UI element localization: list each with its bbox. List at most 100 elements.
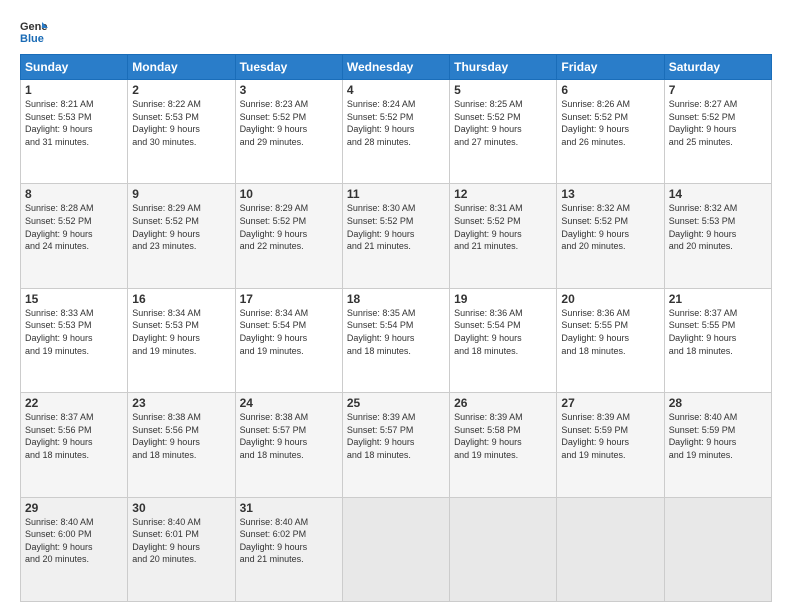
day-number: 26 bbox=[454, 396, 552, 410]
day-info: Sunrise: 8:37 AM Sunset: 5:56 PM Dayligh… bbox=[25, 411, 123, 461]
day-number: 13 bbox=[561, 187, 659, 201]
logo: General Blue bbox=[20, 18, 54, 46]
day-cell: 26Sunrise: 8:39 AM Sunset: 5:58 PM Dayli… bbox=[450, 393, 557, 497]
day-number: 21 bbox=[669, 292, 767, 306]
day-cell: 12Sunrise: 8:31 AM Sunset: 5:52 PM Dayli… bbox=[450, 184, 557, 288]
header: General Blue bbox=[20, 18, 772, 46]
day-cell bbox=[450, 497, 557, 601]
day-cell: 25Sunrise: 8:39 AM Sunset: 5:57 PM Dayli… bbox=[342, 393, 449, 497]
day-number: 29 bbox=[25, 501, 123, 515]
day-cell: 13Sunrise: 8:32 AM Sunset: 5:52 PM Dayli… bbox=[557, 184, 664, 288]
week-row-3: 15Sunrise: 8:33 AM Sunset: 5:53 PM Dayli… bbox=[21, 288, 772, 392]
day-cell bbox=[664, 497, 771, 601]
day-info: Sunrise: 8:35 AM Sunset: 5:54 PM Dayligh… bbox=[347, 307, 445, 357]
calendar-table: SundayMondayTuesdayWednesdayThursdayFrid… bbox=[20, 54, 772, 602]
day-number: 2 bbox=[132, 83, 230, 97]
day-cell: 11Sunrise: 8:30 AM Sunset: 5:52 PM Dayli… bbox=[342, 184, 449, 288]
day-info: Sunrise: 8:36 AM Sunset: 5:54 PM Dayligh… bbox=[454, 307, 552, 357]
day-info: Sunrise: 8:39 AM Sunset: 5:58 PM Dayligh… bbox=[454, 411, 552, 461]
day-number: 11 bbox=[347, 187, 445, 201]
col-header-friday: Friday bbox=[557, 55, 664, 80]
day-cell: 2Sunrise: 8:22 AM Sunset: 5:53 PM Daylig… bbox=[128, 80, 235, 184]
day-cell: 18Sunrise: 8:35 AM Sunset: 5:54 PM Dayli… bbox=[342, 288, 449, 392]
day-cell: 15Sunrise: 8:33 AM Sunset: 5:53 PM Dayli… bbox=[21, 288, 128, 392]
day-info: Sunrise: 8:34 AM Sunset: 5:54 PM Dayligh… bbox=[240, 307, 338, 357]
day-info: Sunrise: 8:29 AM Sunset: 5:52 PM Dayligh… bbox=[240, 202, 338, 252]
day-cell: 5Sunrise: 8:25 AM Sunset: 5:52 PM Daylig… bbox=[450, 80, 557, 184]
day-info: Sunrise: 8:26 AM Sunset: 5:52 PM Dayligh… bbox=[561, 98, 659, 148]
day-info: Sunrise: 8:39 AM Sunset: 5:59 PM Dayligh… bbox=[561, 411, 659, 461]
day-number: 25 bbox=[347, 396, 445, 410]
day-number: 15 bbox=[25, 292, 123, 306]
day-number: 5 bbox=[454, 83, 552, 97]
day-cell: 1Sunrise: 8:21 AM Sunset: 5:53 PM Daylig… bbox=[21, 80, 128, 184]
day-info: Sunrise: 8:36 AM Sunset: 5:55 PM Dayligh… bbox=[561, 307, 659, 357]
day-cell: 20Sunrise: 8:36 AM Sunset: 5:55 PM Dayli… bbox=[557, 288, 664, 392]
day-number: 14 bbox=[669, 187, 767, 201]
day-info: Sunrise: 8:38 AM Sunset: 5:56 PM Dayligh… bbox=[132, 411, 230, 461]
day-number: 1 bbox=[25, 83, 123, 97]
col-header-saturday: Saturday bbox=[664, 55, 771, 80]
day-info: Sunrise: 8:27 AM Sunset: 5:52 PM Dayligh… bbox=[669, 98, 767, 148]
day-info: Sunrise: 8:40 AM Sunset: 6:00 PM Dayligh… bbox=[25, 516, 123, 566]
day-number: 9 bbox=[132, 187, 230, 201]
day-number: 19 bbox=[454, 292, 552, 306]
day-info: Sunrise: 8:22 AM Sunset: 5:53 PM Dayligh… bbox=[132, 98, 230, 148]
day-number: 12 bbox=[454, 187, 552, 201]
day-number: 22 bbox=[25, 396, 123, 410]
day-cell: 28Sunrise: 8:40 AM Sunset: 5:59 PM Dayli… bbox=[664, 393, 771, 497]
day-cell: 27Sunrise: 8:39 AM Sunset: 5:59 PM Dayli… bbox=[557, 393, 664, 497]
day-number: 8 bbox=[25, 187, 123, 201]
day-cell: 8Sunrise: 8:28 AM Sunset: 5:52 PM Daylig… bbox=[21, 184, 128, 288]
day-cell: 22Sunrise: 8:37 AM Sunset: 5:56 PM Dayli… bbox=[21, 393, 128, 497]
col-header-tuesday: Tuesday bbox=[235, 55, 342, 80]
day-cell: 9Sunrise: 8:29 AM Sunset: 5:52 PM Daylig… bbox=[128, 184, 235, 288]
day-number: 23 bbox=[132, 396, 230, 410]
header-row: SundayMondayTuesdayWednesdayThursdayFrid… bbox=[21, 55, 772, 80]
day-number: 17 bbox=[240, 292, 338, 306]
day-info: Sunrise: 8:40 AM Sunset: 6:02 PM Dayligh… bbox=[240, 516, 338, 566]
day-cell: 23Sunrise: 8:38 AM Sunset: 5:56 PM Dayli… bbox=[128, 393, 235, 497]
day-cell: 3Sunrise: 8:23 AM Sunset: 5:52 PM Daylig… bbox=[235, 80, 342, 184]
day-cell: 21Sunrise: 8:37 AM Sunset: 5:55 PM Dayli… bbox=[664, 288, 771, 392]
day-cell: 17Sunrise: 8:34 AM Sunset: 5:54 PM Dayli… bbox=[235, 288, 342, 392]
day-info: Sunrise: 8:21 AM Sunset: 5:53 PM Dayligh… bbox=[25, 98, 123, 148]
day-cell: 14Sunrise: 8:32 AM Sunset: 5:53 PM Dayli… bbox=[664, 184, 771, 288]
day-cell: 30Sunrise: 8:40 AM Sunset: 6:01 PM Dayli… bbox=[128, 497, 235, 601]
day-cell: 16Sunrise: 8:34 AM Sunset: 5:53 PM Dayli… bbox=[128, 288, 235, 392]
day-number: 30 bbox=[132, 501, 230, 515]
day-cell: 19Sunrise: 8:36 AM Sunset: 5:54 PM Dayli… bbox=[450, 288, 557, 392]
day-cell: 29Sunrise: 8:40 AM Sunset: 6:00 PM Dayli… bbox=[21, 497, 128, 601]
day-cell bbox=[342, 497, 449, 601]
day-number: 16 bbox=[132, 292, 230, 306]
day-number: 3 bbox=[240, 83, 338, 97]
day-number: 27 bbox=[561, 396, 659, 410]
day-number: 31 bbox=[240, 501, 338, 515]
day-cell bbox=[557, 497, 664, 601]
day-info: Sunrise: 8:32 AM Sunset: 5:52 PM Dayligh… bbox=[561, 202, 659, 252]
col-header-monday: Monday bbox=[128, 55, 235, 80]
day-number: 6 bbox=[561, 83, 659, 97]
day-info: Sunrise: 8:38 AM Sunset: 5:57 PM Dayligh… bbox=[240, 411, 338, 461]
day-info: Sunrise: 8:30 AM Sunset: 5:52 PM Dayligh… bbox=[347, 202, 445, 252]
day-number: 20 bbox=[561, 292, 659, 306]
day-info: Sunrise: 8:34 AM Sunset: 5:53 PM Dayligh… bbox=[132, 307, 230, 357]
week-row-4: 22Sunrise: 8:37 AM Sunset: 5:56 PM Dayli… bbox=[21, 393, 772, 497]
logo-icon: General Blue bbox=[20, 18, 48, 46]
day-number: 28 bbox=[669, 396, 767, 410]
week-row-1: 1Sunrise: 8:21 AM Sunset: 5:53 PM Daylig… bbox=[21, 80, 772, 184]
day-cell: 7Sunrise: 8:27 AM Sunset: 5:52 PM Daylig… bbox=[664, 80, 771, 184]
day-info: Sunrise: 8:24 AM Sunset: 5:52 PM Dayligh… bbox=[347, 98, 445, 148]
day-info: Sunrise: 8:25 AM Sunset: 5:52 PM Dayligh… bbox=[454, 98, 552, 148]
col-header-thursday: Thursday bbox=[450, 55, 557, 80]
day-info: Sunrise: 8:37 AM Sunset: 5:55 PM Dayligh… bbox=[669, 307, 767, 357]
day-cell: 31Sunrise: 8:40 AM Sunset: 6:02 PM Dayli… bbox=[235, 497, 342, 601]
day-number: 7 bbox=[669, 83, 767, 97]
day-number: 10 bbox=[240, 187, 338, 201]
day-number: 18 bbox=[347, 292, 445, 306]
day-info: Sunrise: 8:31 AM Sunset: 5:52 PM Dayligh… bbox=[454, 202, 552, 252]
day-number: 24 bbox=[240, 396, 338, 410]
day-info: Sunrise: 8:28 AM Sunset: 5:52 PM Dayligh… bbox=[25, 202, 123, 252]
page: General Blue SundayMondayTuesdayWednesda… bbox=[0, 0, 792, 612]
day-cell: 4Sunrise: 8:24 AM Sunset: 5:52 PM Daylig… bbox=[342, 80, 449, 184]
